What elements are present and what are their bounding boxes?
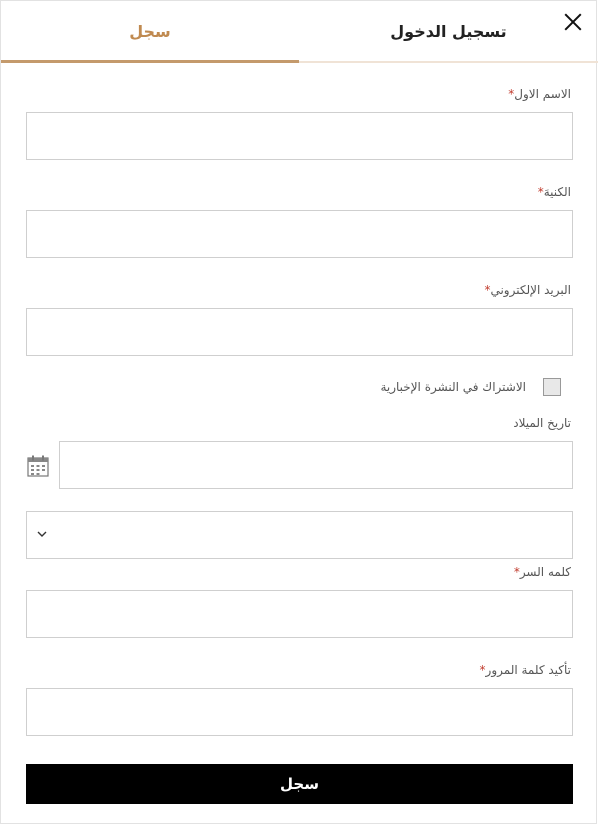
active-tab-indicator: [1, 60, 299, 63]
dropdown-value[interactable]: [27, 512, 572, 558]
first-name-label: الاسم الاول*: [508, 87, 571, 101]
register-button[interactable]: سجل: [26, 764, 573, 804]
email-label: البريد الإلكتروني*: [484, 283, 571, 297]
last-name-input[interactable]: [27, 211, 572, 257]
birthdate-field[interactable]: [59, 441, 573, 489]
dropdown-field[interactable]: [26, 511, 573, 559]
email-label-text: البريد الإلكتروني: [490, 283, 571, 297]
calendar-icon[interactable]: [27, 455, 49, 477]
password-label: كلمه السر*: [514, 565, 571, 579]
tab-divider: [299, 61, 598, 63]
confirm-password-label: تأكيد كلمة المرور*: [480, 663, 571, 677]
first-name-input[interactable]: [27, 113, 572, 159]
newsletter-checkbox[interactable]: [543, 378, 561, 396]
last-name-label-text: الكنيهَ: [543, 185, 571, 199]
tab-signup[interactable]: سجل: [1, 1, 299, 63]
confirm-password-field[interactable]: [26, 688, 573, 736]
email-input[interactable]: [27, 309, 572, 355]
password-input[interactable]: [27, 591, 572, 637]
confirm-password-label-text: تأكيد كلمة المرور: [485, 663, 571, 677]
birthdate-label: تاريخ الميلاد: [513, 416, 571, 430]
email-field[interactable]: [26, 308, 573, 356]
last-name-field[interactable]: [26, 210, 573, 258]
confirm-password-input[interactable]: [27, 689, 572, 735]
signup-dialog: سجل تسجيل الدخول الاسم الاول* الكنيهَ* ا…: [0, 0, 598, 824]
close-icon[interactable]: [562, 11, 584, 33]
chevron-down-icon[interactable]: [37, 529, 47, 539]
tab-bar: سجل تسجيل الدخول: [1, 1, 598, 63]
first-name-field[interactable]: [26, 112, 573, 160]
password-label-text: كلمه السر: [519, 565, 571, 579]
password-field[interactable]: [26, 590, 573, 638]
birthdate-label-text: تاريخ الميلاد: [513, 416, 571, 430]
newsletter-label: الاشتراك في النشرة الإخبارية: [380, 380, 526, 394]
tab-login[interactable]: تسجيل الدخول: [299, 1, 598, 63]
first-name-label-text: الاسم الاول: [514, 87, 571, 101]
birthdate-input[interactable]: [60, 442, 572, 488]
last-name-label: الكنيهَ*: [538, 185, 571, 199]
